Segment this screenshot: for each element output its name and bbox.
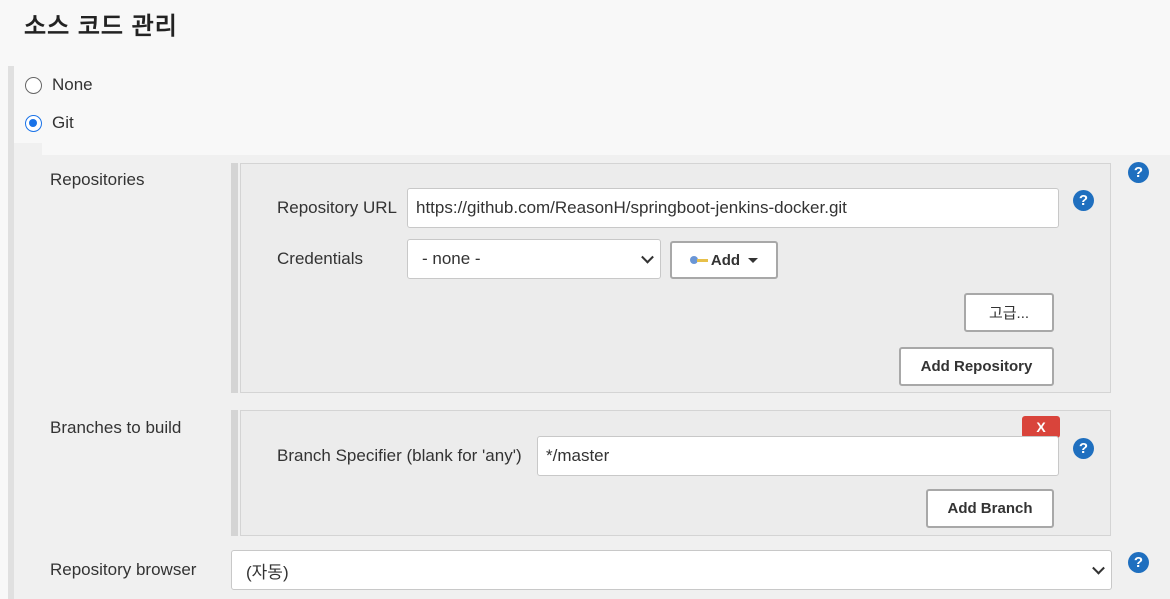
branches-label: Branches to build	[50, 418, 182, 437]
repository-browser-value: (자동)	[246, 562, 289, 582]
advanced-button[interactable]: 고급...	[964, 293, 1054, 332]
radio-row-git[interactable]: Git	[25, 113, 74, 133]
repository-browser-label: Repository browser	[50, 560, 197, 579]
branch-specifier-help-icon[interactable]: ?	[1073, 438, 1094, 459]
credentials-add-label: Add	[710, 251, 741, 269]
radio-label-none: None	[52, 75, 93, 94]
section-title: 소스 코드 관리	[24, 13, 178, 40]
repository-url-help-icon[interactable]: ?	[1073, 190, 1094, 211]
credentials-label: Credentials	[277, 249, 363, 268]
repository-browser-help-icon[interactable]: ?	[1128, 552, 1149, 573]
radio-none[interactable]	[25, 76, 42, 94]
key-icon	[689, 255, 708, 265]
repository-url-input[interactable]: https://github.com/ReasonH/springboot-je…	[407, 188, 1059, 228]
radio-git[interactable]	[25, 114, 42, 132]
repository-url-label: Repository URL	[277, 198, 397, 217]
repositories-block-bar	[231, 163, 238, 393]
radio-label-git: Git	[52, 113, 74, 132]
chevron-down-icon	[641, 250, 654, 264]
branch-specifier-input[interactable]: */master	[537, 436, 1059, 476]
repository-browser-select[interactable]: (자동)	[231, 550, 1112, 590]
repositories-help-icon[interactable]: ?	[1128, 162, 1149, 183]
delete-branch-button[interactable]: X	[1022, 416, 1060, 438]
git-indent-bar	[14, 143, 42, 599]
credentials-add-button[interactable]: Add	[670, 241, 778, 279]
branches-block-bar	[231, 410, 238, 536]
credentials-select-value: - none -	[422, 249, 481, 268]
branch-specifier-label: Branch Specifier (blank for 'any')	[277, 446, 522, 465]
credentials-select[interactable]: - none -	[407, 239, 661, 279]
caret-down-icon	[748, 257, 759, 263]
chevron-down-icon	[1092, 561, 1105, 575]
add-branch-button[interactable]: Add Branch	[926, 489, 1054, 528]
repositories-label: Repositories	[50, 170, 145, 189]
radio-row-none[interactable]: None	[25, 75, 93, 95]
add-repository-button[interactable]: Add Repository	[899, 347, 1054, 386]
